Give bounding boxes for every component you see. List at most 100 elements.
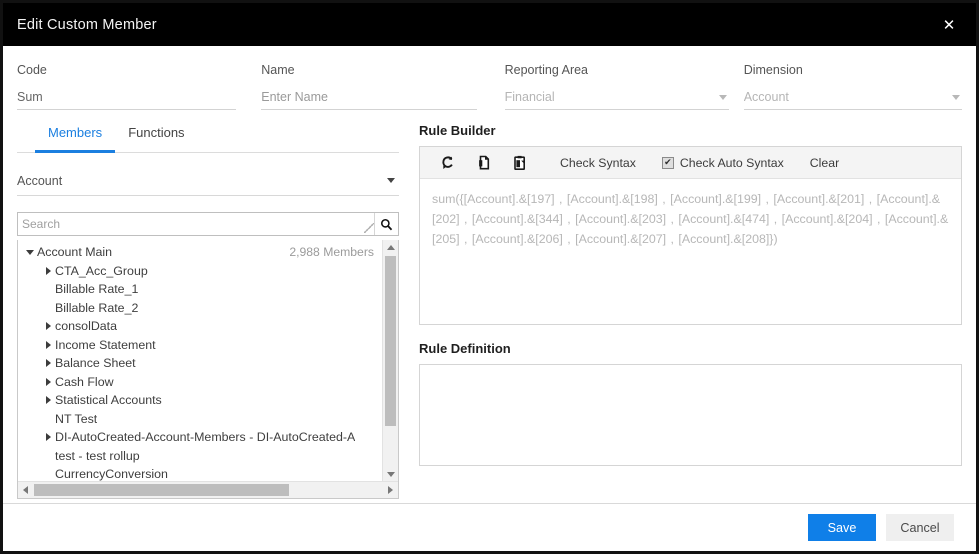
paste-icon[interactable] [502, 148, 538, 178]
tree-row[interactable]: test - test rollup [18, 447, 382, 466]
close-icon[interactable]: ✕ [932, 8, 966, 42]
chevron-right-icon[interactable] [41, 396, 55, 405]
cancel-button[interactable]: Cancel [886, 514, 954, 541]
check-auto-syntax-label: Check Auto Syntax [679, 155, 784, 170]
dialog-body: Code Sum Name Enter Name Reporting Area … [3, 46, 976, 503]
tab-functions[interactable]: Functions [115, 123, 197, 152]
member-tabs: Members Functions [17, 123, 399, 153]
tree-item-label: Billable Rate_1 [55, 282, 139, 297]
tree-row[interactable]: Income Statement [18, 336, 382, 355]
dimension-select[interactable]: Account [743, 86, 962, 110]
tree-row[interactable]: Account Main 2,988 Members [18, 243, 382, 262]
tree-horizontal-scrollbar[interactable] [18, 481, 398, 498]
scroll-down-icon[interactable] [386, 467, 395, 481]
code-value: Sum [17, 90, 43, 104]
tree-item-label: Billable Rate_2 [55, 300, 139, 315]
rule-builder-toolbar: Check Syntax ✔ Check Auto Syntax Clear [420, 147, 961, 179]
check-auto-syntax-checkbox[interactable]: ✔ [661, 156, 674, 169]
tree-item-label: CTA_Acc_Group [55, 263, 148, 278]
tree-row[interactable]: CTA_Acc_Group [18, 262, 382, 281]
code-input[interactable]: Sum [17, 86, 237, 110]
form-row: Code Sum Name Enter Name Reporting Area … [3, 46, 976, 110]
tab-members[interactable]: Members [35, 123, 116, 153]
dimension-value: Account [743, 90, 789, 104]
dimension-dropdown-value: Account [17, 174, 63, 188]
member-tree-inner: Account Main 2,988 Members CTA_Acc_Group Bi… [18, 240, 398, 481]
chevron-right-icon[interactable] [41, 340, 55, 349]
check-auto-syntax-toggle[interactable]: ✔ Check Auto Syntax [661, 155, 784, 170]
field-reporting-area: Reporting Area Financial [504, 63, 729, 110]
rule-definition-input[interactable] [419, 364, 962, 466]
tree-item-label: Cash Flow [55, 374, 114, 389]
field-name: Name Enter Name [261, 63, 477, 110]
tree-vertical-scrollbar[interactable] [382, 240, 398, 481]
chevron-right-icon[interactable] [41, 377, 55, 386]
tree-row[interactable]: CurrencyConversion [18, 465, 382, 481]
reporting-area-select[interactable]: Financial [504, 86, 729, 110]
tree-item-count: 2,988 Members [289, 245, 374, 260]
tree-item-label: Statistical Accounts [55, 393, 162, 408]
name-label: Name [261, 63, 295, 77]
rule-expression-text[interactable]: sum({[Account].&[197] , [Account].&[198]… [420, 179, 961, 324]
chevron-right-icon[interactable] [41, 266, 55, 275]
chevron-right-icon[interactable] [41, 359, 55, 368]
rule-definition-title: Rule Definition [419, 341, 511, 356]
tree-row[interactable]: Cash Flow [18, 373, 382, 392]
chevron-down-icon [718, 95, 727, 100]
dialog-title: Edit Custom Member [17, 16, 157, 33]
search-button[interactable] [374, 213, 398, 235]
tree-row[interactable]: Balance Sheet [18, 354, 382, 373]
refresh-icon[interactable] [430, 148, 466, 178]
tree-item-label: Account Main [37, 245, 113, 260]
chevron-down-icon [952, 95, 960, 100]
field-code: Code Sum [17, 63, 237, 110]
chevron-down-icon [387, 178, 395, 183]
tree-row[interactable]: Billable Rate_1 [18, 280, 382, 299]
dialog-footer: Save Cancel [3, 503, 976, 551]
tree-row[interactable]: consolData [18, 317, 382, 336]
horizontal-scroll-thumb[interactable] [34, 484, 289, 496]
tree-item-label: NT Test [55, 411, 98, 426]
reporting-area-value: Financial [504, 90, 555, 104]
clear-button[interactable]: Clear [804, 156, 845, 170]
edit-custom-member-dialog: Edit Custom Member ✕ Code Sum Name Enter… [0, 0, 979, 554]
copy-icon[interactable] [466, 148, 502, 178]
left-pane: Members Functions Account Search Account… [17, 123, 399, 499]
chevron-down-icon[interactable] [23, 249, 37, 255]
field-dimension: Dimension Account [743, 63, 962, 110]
check-syntax-button[interactable]: Check Syntax [554, 156, 642, 170]
tree-item-label: test - test rollup [55, 448, 140, 463]
chevron-right-icon[interactable] [41, 433, 55, 442]
tree-item-label: DI-AutoCreated-Account-Members - DI-Auto… [55, 430, 356, 445]
main-split: Members Functions Account Search Account… [3, 110, 976, 499]
dimension-label: Dimension [743, 63, 803, 77]
tree-row[interactable]: Statistical Accounts [18, 391, 382, 410]
rule-builder-frame: Check Syntax ✔ Check Auto Syntax Clear s… [419, 146, 962, 325]
scroll-left-icon[interactable] [18, 486, 33, 494]
right-pane: Rule Builder Check Syntax ✔ Check Auto S… [419, 123, 962, 485]
tree-item-label: CurrencyConversion [55, 467, 168, 481]
tree-row[interactable]: NT Test [18, 410, 382, 429]
tree-row[interactable]: DI-AutoCreated-Account-Members - DI-Auto… [18, 428, 382, 447]
save-button[interactable]: Save [808, 514, 876, 541]
search-input[interactable] [18, 213, 364, 235]
tree-item-label: Income Statement [55, 337, 156, 352]
scroll-up-icon[interactable] [386, 240, 395, 254]
scroll-right-icon[interactable] [383, 486, 398, 494]
vertical-scroll-thumb[interactable] [385, 256, 396, 426]
dimension-dropdown[interactable]: Account [17, 170, 399, 196]
search-box [17, 212, 399, 236]
tree-row[interactable]: Billable Rate_2 [18, 299, 382, 318]
search-icon [381, 218, 393, 230]
member-tree: Account Main 2,988 Members CTA_Acc_Group Bi… [17, 240, 399, 499]
code-label: Code [17, 63, 47, 77]
chevron-right-icon[interactable] [41, 322, 55, 331]
tree-item-label: consolData [55, 319, 117, 334]
name-placeholder: Enter Name [261, 90, 328, 104]
tree-item-label: Balance Sheet [55, 356, 136, 371]
resize-grip-icon [364, 223, 374, 233]
name-input[interactable]: Enter Name [261, 86, 477, 110]
reporting-area-label: Reporting Area [504, 63, 589, 77]
dialog-titlebar: Edit Custom Member ✕ [3, 3, 976, 46]
member-tree-list: Account Main 2,988 Members CTA_Acc_Group Bi… [18, 240, 382, 481]
